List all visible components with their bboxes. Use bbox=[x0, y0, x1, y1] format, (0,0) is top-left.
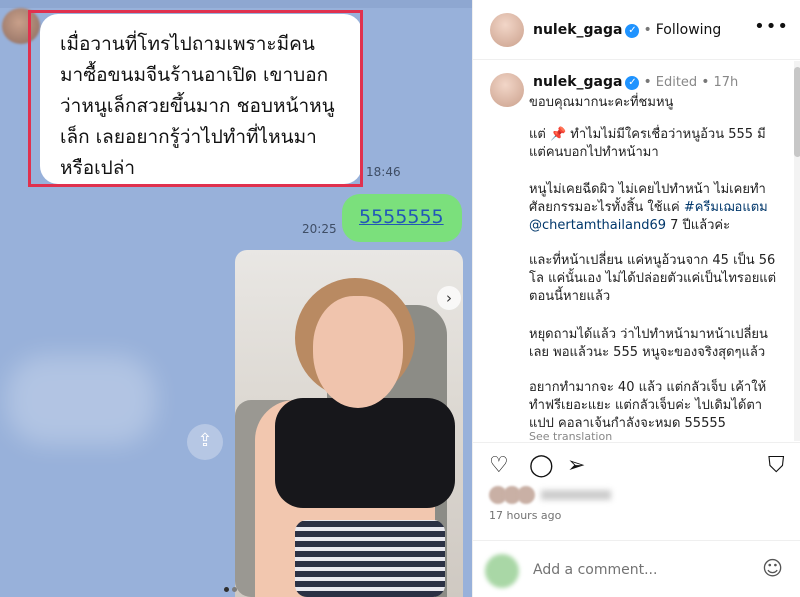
carousel-dots bbox=[224, 577, 240, 596]
liker-avatar bbox=[517, 486, 535, 504]
comment-input[interactable] bbox=[533, 557, 753, 583]
username-link[interactable]: nulek_gaga bbox=[533, 22, 622, 38]
caption-text: 7 ปีแล้วค่ะ bbox=[670, 218, 731, 233]
caption-area: nulek_gaga ✓ • Edited • 17h ขอบคุณมากนะคะที่ช… bbox=[473, 61, 800, 441]
separator-dot: • bbox=[701, 74, 710, 90]
share-icon[interactable]: ➢ bbox=[567, 453, 585, 478]
bookmark-icon[interactable]: ⛉ bbox=[768, 453, 785, 478]
blurred-background-shape bbox=[6, 355, 156, 445]
heart-icon[interactable]: ♡ bbox=[489, 453, 509, 478]
username-link[interactable]: nulek_gaga bbox=[533, 74, 622, 90]
chat-screenshot: เมื่อวานที่โทรไปถามเพราะมีคน มาซื้อขนมจี… bbox=[0, 0, 472, 597]
separator-dot: • bbox=[643, 74, 652, 90]
edited-label: Edited bbox=[655, 75, 698, 90]
carousel-dot bbox=[232, 587, 237, 592]
emoji-icon[interactable]: ☺ bbox=[762, 556, 783, 580]
chat-top-strip bbox=[0, 0, 472, 8]
photo-person-top bbox=[275, 398, 455, 508]
mention-link[interactable]: @chertamthailand69 bbox=[529, 218, 666, 233]
verified-badge-icon: ✓ bbox=[625, 24, 640, 38]
post-header-user: nulek_gaga ✓ • Following bbox=[533, 22, 721, 38]
outgoing-message-bubble: 5555555 bbox=[342, 194, 462, 242]
avatar bbox=[485, 554, 519, 588]
comment-bar: ☺ bbox=[473, 540, 800, 597]
post-age: 17h bbox=[713, 75, 739, 90]
outgoing-message-time: 20:25 bbox=[302, 222, 337, 236]
photo-person-face bbox=[313, 296, 403, 408]
caption-header: nulek_gaga ✓ • Edited • 17h bbox=[533, 74, 738, 90]
caption-paragraph: อยากทำมากจะ 40 แล้ว แต่กลัวเจ็บ เค้าให้ท… bbox=[529, 380, 767, 431]
caption-line: ขอบคุณมากนะคะที่ชมหนู bbox=[529, 95, 674, 110]
separator-dot: • bbox=[643, 22, 652, 38]
caption-scrollbar[interactable] bbox=[794, 61, 800, 441]
avatar[interactable] bbox=[490, 13, 524, 47]
avatar[interactable] bbox=[490, 73, 524, 107]
hashtag-link[interactable]: #ครีมเฌอแตม bbox=[684, 200, 768, 215]
following-button[interactable]: Following bbox=[656, 22, 722, 38]
see-translation-link[interactable]: See translation bbox=[529, 430, 612, 441]
red-highlight-box bbox=[28, 10, 363, 187]
caption-paragraph: แต่ 📌 ทำไมไม่มีใครเชื่อว่าหนูอ้วน 555 มี… bbox=[529, 127, 766, 160]
post-actions: ♡ ◯ ➢ ⛉ bbox=[473, 442, 800, 492]
caption-paragraph: และที่หน้าเปลี่ยน แค่หนูอ้วนจาก 45 เป็น … bbox=[529, 253, 777, 304]
incoming-message-time: 18:46 bbox=[366, 165, 401, 179]
comment-icon[interactable]: ◯ bbox=[529, 453, 554, 478]
share-photo-icon[interactable]: ⇪ bbox=[187, 424, 223, 460]
scrollbar-thumb[interactable] bbox=[794, 67, 800, 157]
photo-person-shorts bbox=[295, 520, 445, 597]
verified-badge-icon: ✓ bbox=[625, 76, 640, 90]
outgoing-message-text[interactable]: 5555555 bbox=[359, 206, 444, 228]
next-photo-arrow-icon[interactable]: › bbox=[437, 286, 461, 310]
caption-paragraph: หยุดถามได้แล้ว ว่าไปทำหน้ามาหน้าเปลี่ยนเ… bbox=[529, 327, 768, 360]
more-options-icon[interactable]: ••• bbox=[754, 16, 789, 37]
post-header: nulek_gaga ✓ • Following ••• bbox=[473, 0, 800, 60]
instagram-panel: nulek_gaga ✓ • Following ••• nulek_gaga ✓ • Ed… bbox=[472, 0, 800, 597]
caption-paragraph: หนูไม่เคยฉีดผิว ไม่เคยไปทำหน้า ไม่เคยทำศ… bbox=[529, 181, 779, 235]
likes-row[interactable] bbox=[489, 486, 611, 504]
blurred-likes-text bbox=[541, 490, 611, 500]
carousel-dot bbox=[224, 587, 229, 592]
chat-photo[interactable]: › bbox=[235, 250, 463, 597]
post-time-ago: 17 hours ago bbox=[489, 509, 562, 522]
